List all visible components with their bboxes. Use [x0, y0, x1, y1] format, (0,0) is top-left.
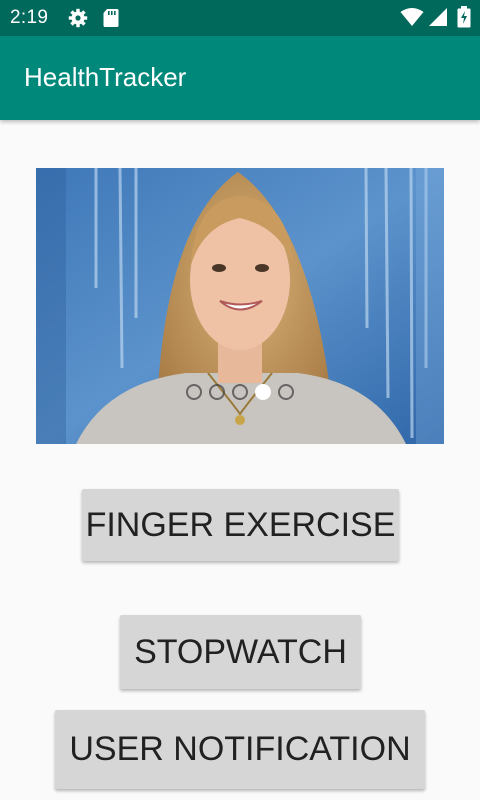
battery-icon: [457, 6, 471, 33]
image-carousel[interactable]: [36, 168, 444, 444]
status-time: 2:19: [10, 7, 49, 28]
carousel-dot-active[interactable]: [255, 384, 271, 400]
carousel-dot[interactable]: [209, 384, 225, 400]
stopwatch-button[interactable]: STOPWATCH: [120, 615, 361, 689]
carousel-dot[interactable]: [278, 384, 294, 400]
carousel-dot[interactable]: [232, 384, 248, 400]
carousel-indicator: [36, 384, 444, 404]
app-title: HealthTracker: [24, 62, 187, 92]
status-bar: 2:19: [0, 0, 480, 36]
wifi-icon: [400, 7, 424, 32]
user-notification-button[interactable]: USER NOTIFICATION: [55, 710, 425, 789]
finger-exercise-button[interactable]: FINGER EXERCISE: [82, 489, 399, 561]
gear-icon: [68, 8, 88, 33]
carousel-dot[interactable]: [186, 384, 202, 400]
sd-card-icon: [102, 8, 120, 33]
app-bar: HealthTracker: [0, 36, 480, 120]
signal-icon: [428, 7, 448, 32]
